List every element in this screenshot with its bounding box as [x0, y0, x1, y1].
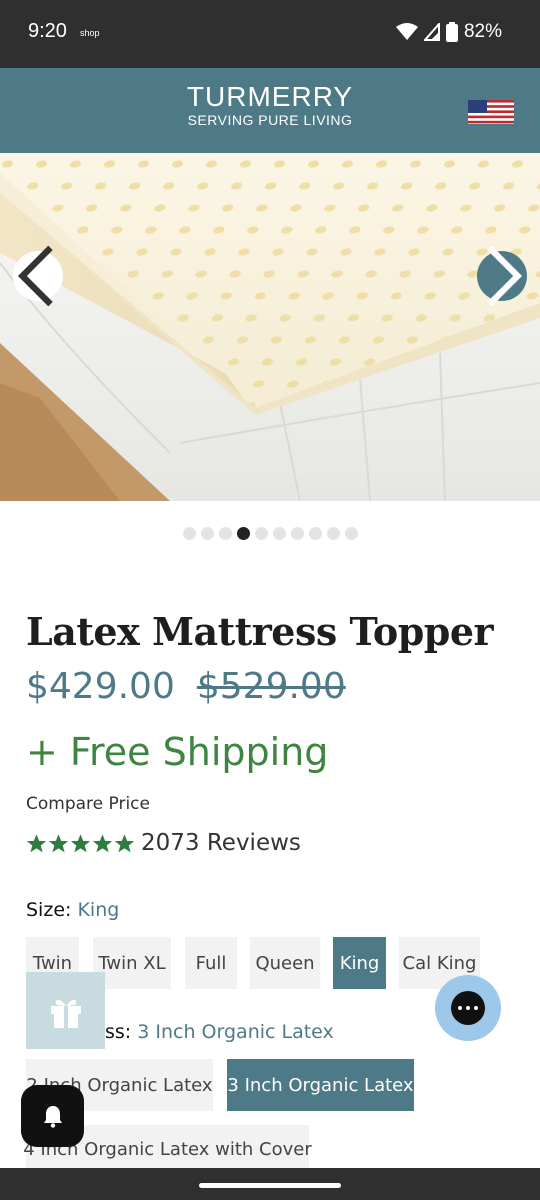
carousel-dot[interactable]	[200, 527, 214, 540]
size-selected-value: King	[77, 899, 120, 921]
size-option-queen[interactable]: Queen	[250, 937, 320, 989]
brand-logo[interactable]: TURMERRY SERVING PURE LIVING	[0, 81, 540, 129]
carousel-pagination	[0, 527, 540, 540]
carousel-dot[interactable]	[182, 527, 196, 540]
battery-percent: 82%	[463, 21, 502, 42]
gift-icon	[50, 999, 81, 1028]
notifications-button[interactable]	[21, 1085, 84, 1147]
star-icon	[26, 833, 47, 852]
reviews-count: 2073 Reviews	[141, 830, 301, 856]
status-app-label: shop	[80, 28, 100, 38]
carousel-dot[interactable]	[326, 527, 340, 540]
carousel-dot[interactable]	[218, 527, 232, 540]
star-icon	[114, 833, 135, 852]
brand-tagline: SERVING PURE LIVING	[187, 112, 353, 128]
signal-icon	[423, 23, 440, 41]
thickness-option-3-inch[interactable]: 3 Inch Organic Latex	[227, 1059, 414, 1111]
price-row: $429.00 $529.00	[26, 666, 346, 707]
wifi-icon	[395, 23, 418, 40]
product-title: Latex Mattress Topper	[26, 609, 494, 654]
thickness-label-text: ss:	[105, 1021, 132, 1043]
reviews-summary[interactable]: 2073 Reviews	[26, 830, 301, 856]
star-icon	[92, 833, 113, 852]
chevron-right-icon	[487, 245, 523, 307]
chat-button[interactable]	[435, 975, 501, 1041]
us-flag-icon[interactable]	[468, 100, 514, 124]
size-option-king[interactable]: King	[333, 937, 386, 989]
compare-at-price: $529.00	[196, 666, 346, 707]
carousel-dot[interactable]	[308, 527, 322, 540]
carousel-dot[interactable]	[272, 527, 286, 540]
previous-image-button[interactable]	[13, 245, 63, 307]
product-image-carousel[interactable]	[0, 153, 540, 501]
carousel-dot[interactable]	[254, 527, 268, 540]
carousel-dot[interactable]	[236, 527, 250, 540]
free-shipping-note: + Free Shipping	[26, 730, 329, 774]
star-icon	[70, 833, 91, 852]
chevron-left-icon	[17, 245, 53, 307]
home-gesture-handle[interactable]	[199, 1183, 341, 1188]
site-header: TURMERRY SERVING PURE LIVING	[0, 68, 540, 153]
brand-name: TURMERRY	[186, 81, 354, 112]
chat-bubble-icon	[451, 991, 485, 1025]
carousel-dot[interactable]	[290, 527, 304, 540]
battery-icon	[445, 22, 458, 42]
size-option-full[interactable]: Full	[185, 937, 237, 989]
size-label: Size: King	[26, 899, 119, 921]
compare-price-link[interactable]: Compare Price	[26, 794, 150, 814]
gift-rewards-button[interactable]	[26, 972, 105, 1049]
system-navigation-bar	[0, 1168, 540, 1200]
size-label-text: Size:	[26, 899, 72, 921]
status-bar: 9:20 shop 82%	[0, 0, 540, 68]
carousel-dot[interactable]	[344, 527, 358, 540]
status-time: 9:20	[28, 20, 67, 42]
bell-icon	[43, 1106, 62, 1128]
next-image-button[interactable]	[477, 245, 527, 307]
thickness-selected-value: 3 Inch Organic Latex	[137, 1021, 334, 1043]
product-photo	[0, 153, 540, 501]
star-icon	[48, 833, 69, 852]
star-rating	[26, 833, 135, 854]
sale-price: $429.00	[26, 666, 175, 707]
status-icons: 82%	[395, 21, 502, 43]
